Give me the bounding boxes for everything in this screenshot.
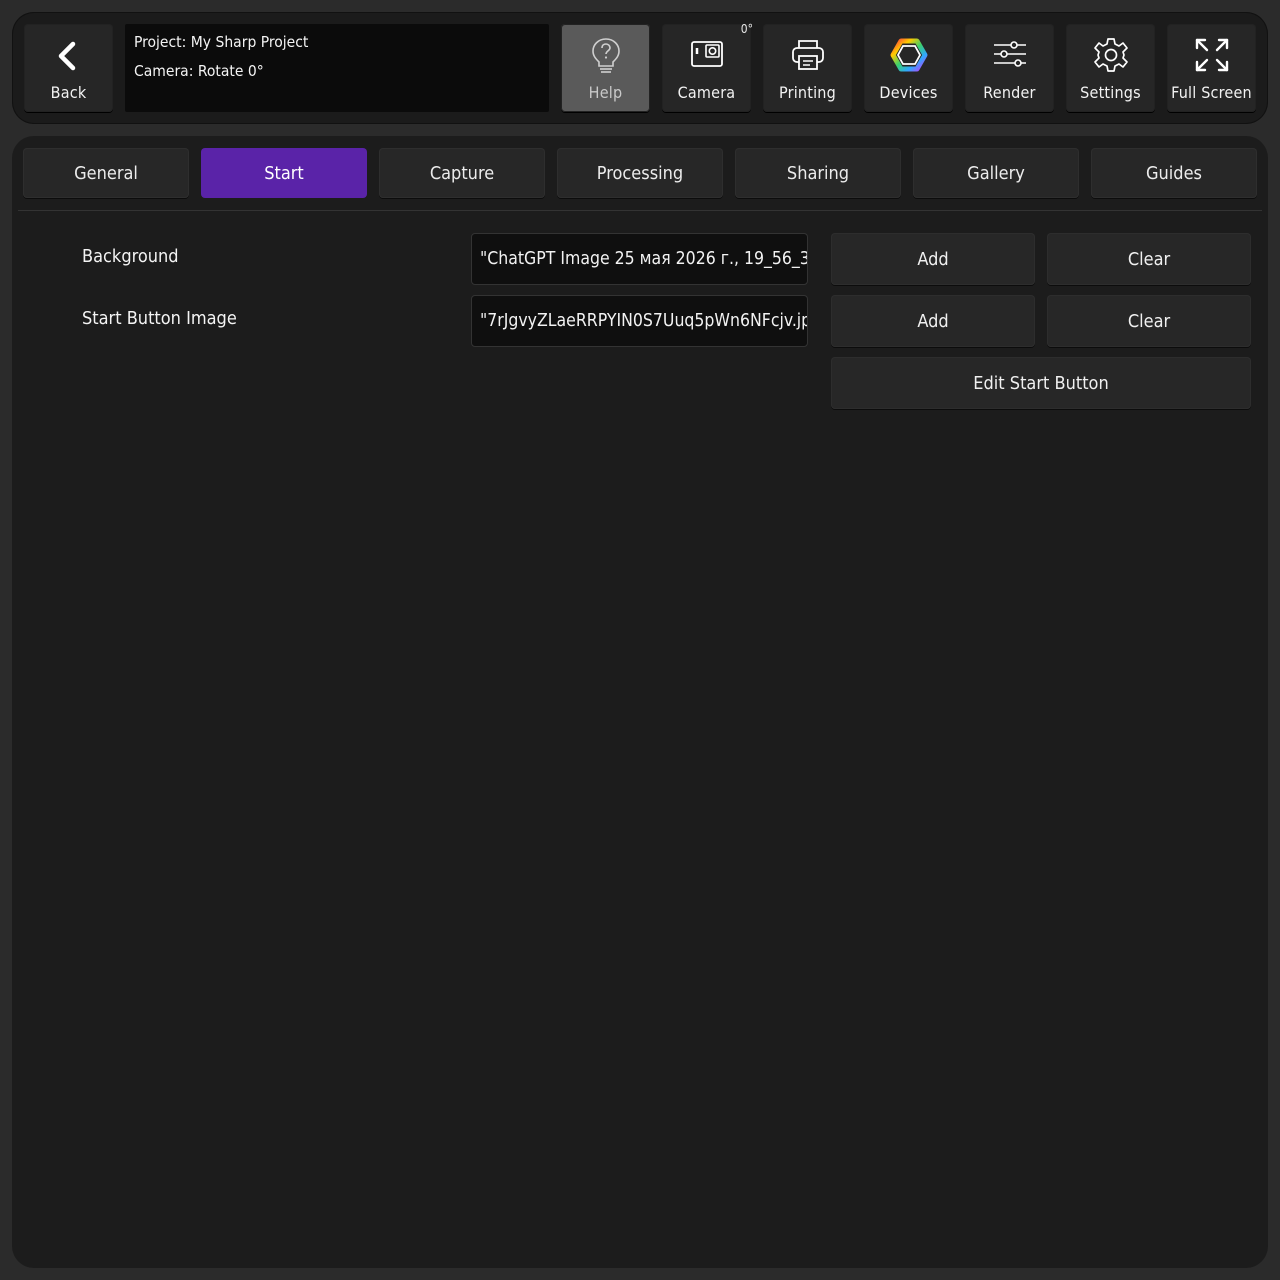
camera-rotation-badge: 0° [740, 22, 753, 36]
fullscreen-button[interactable]: Full Screen [1167, 24, 1256, 112]
background-label: Background [82, 246, 179, 267]
printing-button[interactable]: Printing [763, 24, 852, 112]
start-button-image-label: Start Button Image [82, 308, 237, 329]
sliders-icon [965, 36, 1054, 72]
tab-guides[interactable]: Guides [1091, 148, 1257, 198]
project-name: Project: My Sharp Project [134, 33, 309, 51]
tab-gallery[interactable]: Gallery [913, 148, 1079, 198]
background-add-button[interactable]: Add [831, 233, 1035, 285]
start-button-image-add-button[interactable]: Add [831, 295, 1035, 347]
tab-divider [18, 210, 1262, 211]
printer-icon [763, 36, 852, 74]
camera-label: Camera [677, 83, 736, 102]
devices-label: Devices [879, 83, 938, 102]
render-label: Render [983, 83, 1036, 102]
start-button-image-file-field[interactable]: "7rJgvyZLaeRRPYIN0S7Uuq5pWn6NFcjv.jpg.jp… [471, 295, 808, 347]
help-button[interactable]: Help [561, 24, 650, 112]
tab-capture[interactable]: Capture [379, 148, 545, 198]
printing-label: Printing [779, 83, 836, 102]
background-file-field[interactable]: "ChatGPT Image 25 мая 2026 г., 19_56_31.… [471, 233, 808, 285]
background-clear-button[interactable]: Clear [1047, 233, 1251, 285]
settings-panel: General Start Capture Processing Sharing… [12, 136, 1268, 1268]
edit-start-button[interactable]: Edit Start Button [831, 357, 1251, 409]
back-label: Back [50, 83, 87, 102]
tab-general[interactable]: General [23, 148, 189, 198]
fullscreen-label: Full Screen [1171, 83, 1252, 102]
tab-start[interactable]: Start [201, 148, 367, 198]
gear-icon [1066, 36, 1155, 74]
project-info-panel: Project: My Sharp Project Camera: Rotate… [125, 24, 549, 112]
hexagon-rainbow-icon [864, 36, 953, 74]
chevron-left-icon [24, 36, 113, 76]
start-button-image-clear-button[interactable]: Clear [1047, 295, 1251, 347]
settings-label: Settings [1080, 83, 1141, 102]
camera-button[interactable]: 0° Camera [662, 22, 753, 112]
devices-button[interactable]: Devices [864, 24, 953, 112]
top-toolbar: Back Project: My Sharp Project Camera: R… [12, 12, 1268, 124]
expand-arrows-icon [1167, 36, 1256, 74]
action-camera-icon [662, 36, 751, 72]
help-label: Help [588, 83, 623, 102]
render-button[interactable]: Render [965, 24, 1054, 112]
back-button[interactable]: Back [24, 24, 113, 112]
lightbulb-question-icon [561, 36, 650, 76]
settings-button[interactable]: Settings [1066, 24, 1155, 112]
tab-sharing[interactable]: Sharing [735, 148, 901, 198]
tab-processing[interactable]: Processing [557, 148, 723, 198]
camera-status: Camera: Rotate 0° [134, 62, 264, 80]
